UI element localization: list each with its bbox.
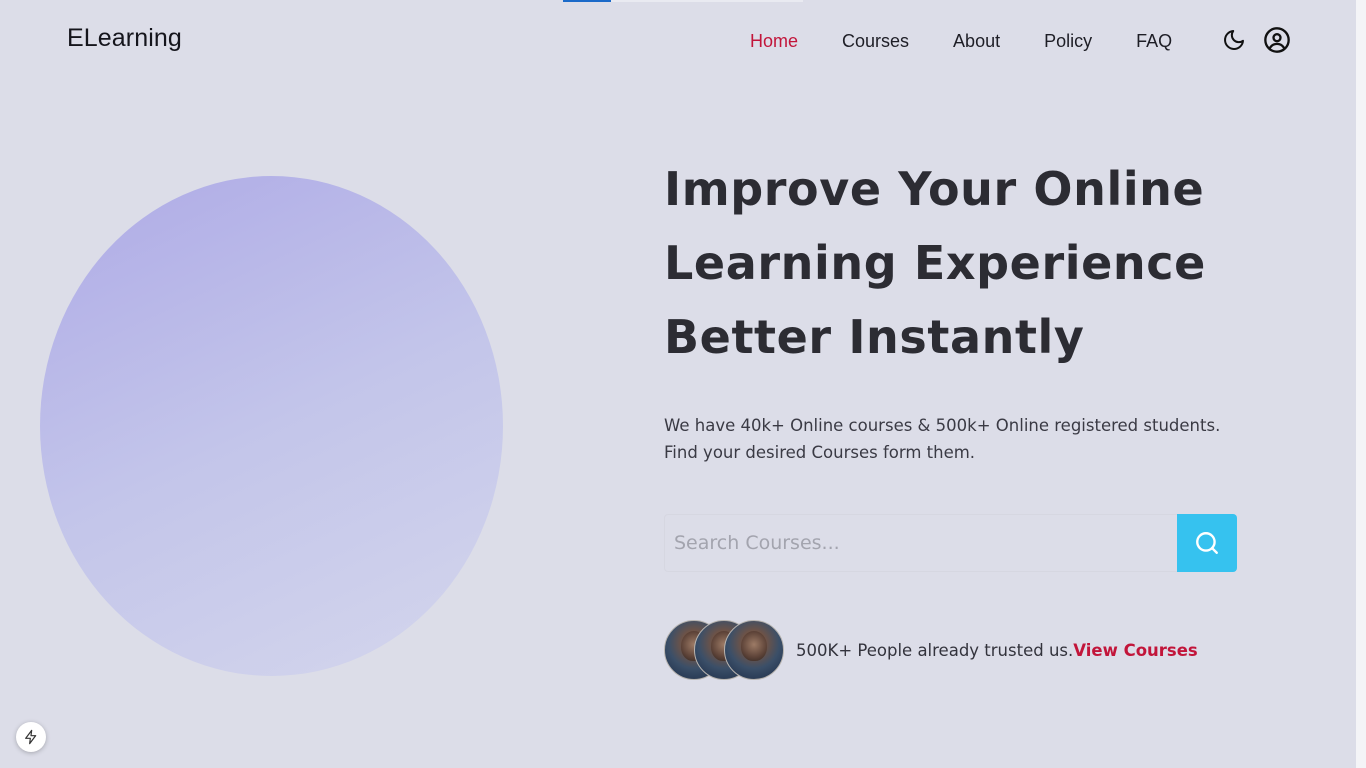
hero-description-line: We have 40k+ Online courses & 500k+ Onli… [664, 416, 1221, 435]
dev-tools-button[interactable] [16, 722, 46, 752]
hero-decorative-blob [40, 176, 503, 676]
lightning-icon [25, 729, 37, 745]
main-nav: Home Courses About Policy FAQ [728, 28, 1194, 54]
moon-icon [1224, 30, 1244, 50]
hero-headline-line: Learning Experience [664, 236, 1206, 290]
hero-section: Improve Your Online Learning Experience … [664, 152, 1284, 466]
hero-headline-line: Improve Your Online [664, 162, 1205, 216]
course-search-form [664, 514, 1237, 572]
nav-courses[interactable]: Courses [842, 31, 909, 52]
search-icon [1196, 532, 1218, 554]
trust-row: 500K+ People already trusted us. View Co… [664, 620, 1198, 680]
hero-headline: Improve Your Online Learning Experience … [664, 152, 1284, 374]
account-button[interactable] [1263, 26, 1291, 54]
site-header: ELearning Home Courses About Policy FAQ [0, 0, 1356, 80]
user-circle-icon [1264, 27, 1290, 53]
view-courses-link[interactable]: View Courses [1073, 641, 1197, 660]
scrollbar-track[interactable] [1356, 0, 1366, 768]
nav-faq[interactable]: FAQ [1136, 31, 1172, 52]
search-input[interactable] [664, 514, 1177, 572]
trust-text: 500K+ People already trusted us. [796, 640, 1074, 660]
search-button[interactable] [1177, 514, 1237, 572]
nav-about[interactable]: About [953, 31, 1000, 52]
nav-policy[interactable]: Policy [1044, 31, 1092, 52]
brand-logo[interactable]: ELearning [67, 24, 182, 53]
hero-description: We have 40k+ Online courses & 500k+ Onli… [664, 412, 1284, 466]
hero-headline-line: Better Instantly [664, 310, 1085, 364]
hero-description-line: Find your desired Courses form them. [664, 443, 976, 462]
avatar [724, 620, 784, 680]
nav-home[interactable]: Home [750, 31, 798, 52]
theme-toggle-button[interactable] [1220, 26, 1248, 54]
avatar-group [664, 620, 796, 680]
